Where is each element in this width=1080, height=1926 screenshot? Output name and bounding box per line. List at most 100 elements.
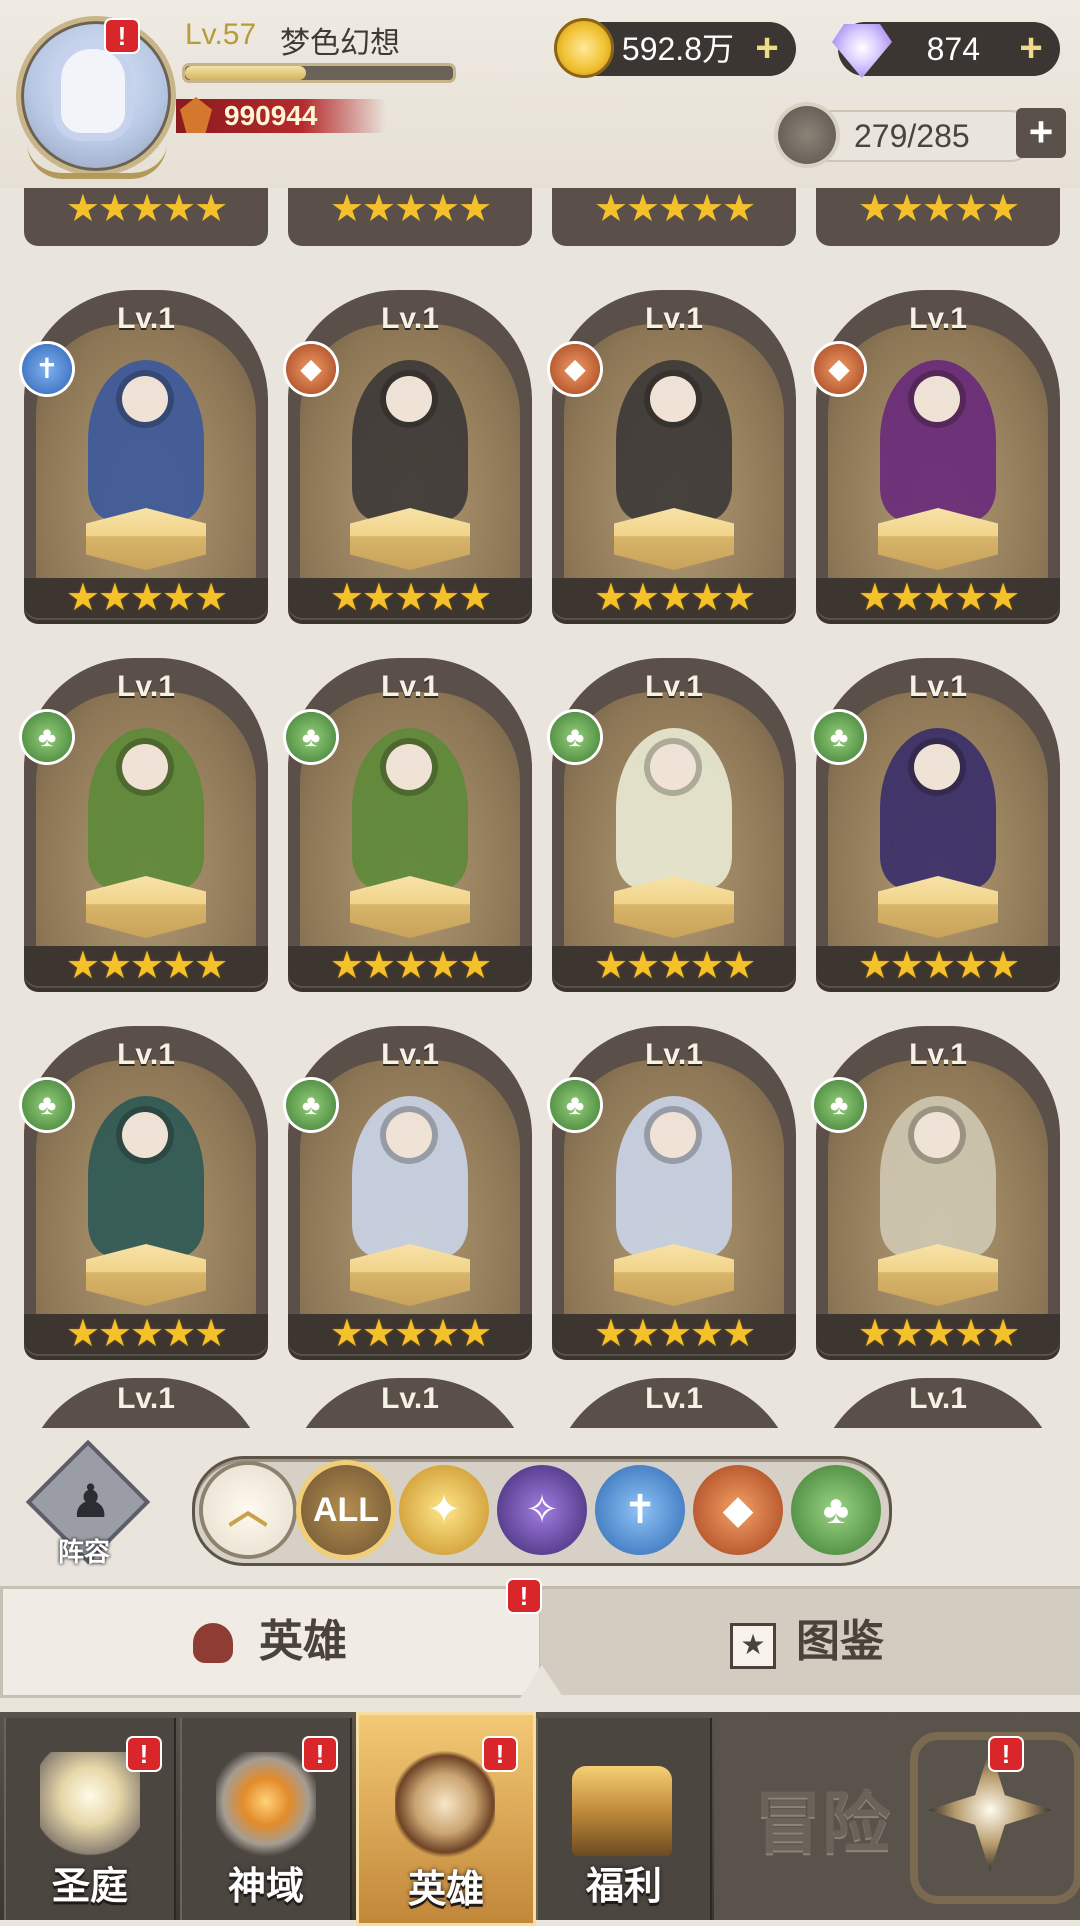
team-formation-button[interactable]: ♟ 阵容 [25,1439,151,1570]
tab-heroes-label: 英雄 [259,1617,347,1666]
hero-sprite [352,1096,468,1256]
hero-level: Lv.1 [645,1382,703,1415]
star-rating: ★★★★★ [816,578,1060,618]
star-rating: ★★★★★ [288,1314,532,1354]
hero-card-partial[interactable]: Lv.1 [288,1378,532,1428]
faction-filter-bar: ♟ 阵容 ︿ ALL ✦ ✧ ✝ ◆ ♣ [0,1428,1080,1586]
hero-grid: ★★★★★ ★★★★★ ★★★★★ ★★★★★ Lv.1 ✝ ★★★★★ Lv.1 ◆ ★… [0,188,1080,1428]
hero-card-partial[interactable]: Lv.1 [24,1378,268,1428]
avatar-alert-badge: ! [106,20,138,52]
hero-sprite [88,1096,204,1256]
hero-level: Lv.1 [909,1038,967,1071]
divine-alert-badge: ! [304,1738,336,1770]
hero-card[interactable]: Lv.1 ◆ ★★★★★ [814,290,1060,628]
filter-forest-faction-button[interactable]: ♣ [791,1465,881,1555]
hero-level: Lv.1 [381,1382,439,1415]
tab-codex-label: 图鉴 [796,1617,884,1666]
hero-card[interactable]: Lv.1 ◆ ★★★★★ [550,290,796,628]
adventure-alert-badge: ! [990,1738,1022,1770]
add-diamond-button[interactable]: + [1012,28,1050,68]
forest-faction-icon: ♣ [550,712,600,762]
beast-faction-icon: ◆ [286,344,336,394]
helmet-icon [778,106,836,164]
combat-power-value: 990944 [224,100,318,131]
experience-bar-fill [185,66,306,80]
hero-card[interactable]: Lv.1 ♣ ★★★★★ [814,658,1060,996]
hero-sprite [616,728,732,888]
forest-faction-icon: ♣ [22,712,72,762]
divine-crystal-icon [216,1752,316,1862]
hero-sprite [880,1096,996,1256]
nav-adventure-label: 冒险 [754,1786,891,1862]
filter-dark-faction-button[interactable]: ✧ [497,1465,587,1555]
hero-card[interactable]: Lv.1 ♣ ★★★★★ [286,1026,532,1364]
filter-beast-faction-button[interactable]: ◆ [693,1465,783,1555]
hero-level: Lv.1 [645,1038,703,1071]
forest-faction-icon: ♣ [286,712,336,762]
add-gold-button[interactable]: + [748,28,786,68]
hero-level: Lv.1 [117,1038,175,1071]
star-rating: ★★★★★ [329,188,492,230]
hero-level: Lv.1 [645,670,703,703]
avatar-laurel-frame [27,143,167,179]
hero-card-partial[interactable]: ★★★★★ [552,188,796,246]
nav-welfare[interactable]: 福利 [536,1718,712,1920]
nav-heroes-label: 英雄 [407,1869,484,1911]
hero-sprite [352,360,468,520]
tab-heroes[interactable]: 英雄 [0,1586,542,1698]
avatar-portrait [61,49,125,133]
filter-light-faction-button[interactable]: ✦ [399,1465,489,1555]
faction-filters: ︿ ALL ✦ ✧ ✝ ◆ ♣ [192,1456,892,1566]
tab-codex[interactable]: ★ 图鉴 [540,1586,1080,1695]
hero-sprite [880,728,996,888]
hero-card[interactable]: Lv.1 ◆ ★★★★★ [286,290,532,628]
gold-value: 592.8万 [621,31,734,67]
hero-sprite [352,728,468,888]
player-avatar[interactable] [16,16,176,179]
star-rating: ★★★★★ [857,188,1020,230]
hero-card[interactable]: Lv.1 ♣ ★★★★★ [814,1026,1060,1364]
hero-card[interactable]: Lv.1 ♣ ★★★★★ [22,658,268,996]
nav-court-label: 圣庭 [51,1866,128,1908]
hero-slot-capacity: 279/285 + [778,106,1066,164]
nav-adventure[interactable]: 冒险 [714,1718,1080,1920]
hero-card[interactable]: Lv.1 ✝ ★★★★★ [22,290,268,628]
top-status-bar: ! Lv.57 梦色幻想 990944 592.8万 + 874 + 279/2… [0,0,1080,188]
hero-card[interactable]: Lv.1 ♣ ★★★★★ [286,658,532,996]
hero-card-partial[interactable]: Lv.1 [552,1378,796,1428]
hero-level: Lv.1 [909,670,967,703]
star-rating: ★★★★★ [816,946,1060,986]
star-rating: ★★★★★ [24,946,268,986]
collapse-filter-button[interactable]: ︿ [203,1465,293,1555]
hero-level: Lv.1 [117,302,175,335]
diamond-resource: 874 + [832,22,1060,78]
star-rating: ★★★★★ [24,578,268,618]
chess-pawn-icon: ♟ [70,1475,112,1527]
hero-level: Lv.1 [381,1038,439,1071]
beast-faction-icon: ◆ [550,344,600,394]
star-rating: ★★★★★ [816,1314,1060,1354]
hero-card-partial[interactable]: ★★★★★ [288,188,532,246]
hero-card[interactable]: Lv.1 ♣ ★★★★★ [550,658,796,996]
star-rating: ★★★★★ [552,578,796,618]
diamond-value: 874 [926,31,980,67]
hero-card[interactable]: Lv.1 ♣ ★★★★★ [22,1026,268,1364]
hero-card-partial[interactable]: ★★★★★ [816,188,1060,246]
codex-star-icon: ★ [730,1623,776,1669]
filter-paladin-faction-button[interactable]: ✝ [595,1465,685,1555]
star-rating: ★★★★★ [288,578,532,618]
expand-slots-button[interactable]: + [1016,108,1066,158]
gold-resource: 592.8万 + [554,18,796,78]
filter-all-button[interactable]: ALL [301,1465,391,1555]
experience-bar [182,63,456,83]
diamond-icon [832,24,892,78]
hero-card-partial[interactable]: ★★★★★ [24,188,268,246]
team-formation-label: 阵容 [57,1537,110,1567]
hero-card-partial[interactable]: Lv.1 [816,1378,1060,1428]
hero-level: Lv.1 [909,1382,967,1415]
star-rating: ★★★★★ [288,946,532,986]
forest-faction-icon: ♣ [550,1080,600,1130]
hero-card[interactable]: Lv.1 ♣ ★★★★★ [550,1026,796,1364]
hero-level: Lv.1 [909,302,967,335]
hero-helmet-icon [193,1623,233,1663]
